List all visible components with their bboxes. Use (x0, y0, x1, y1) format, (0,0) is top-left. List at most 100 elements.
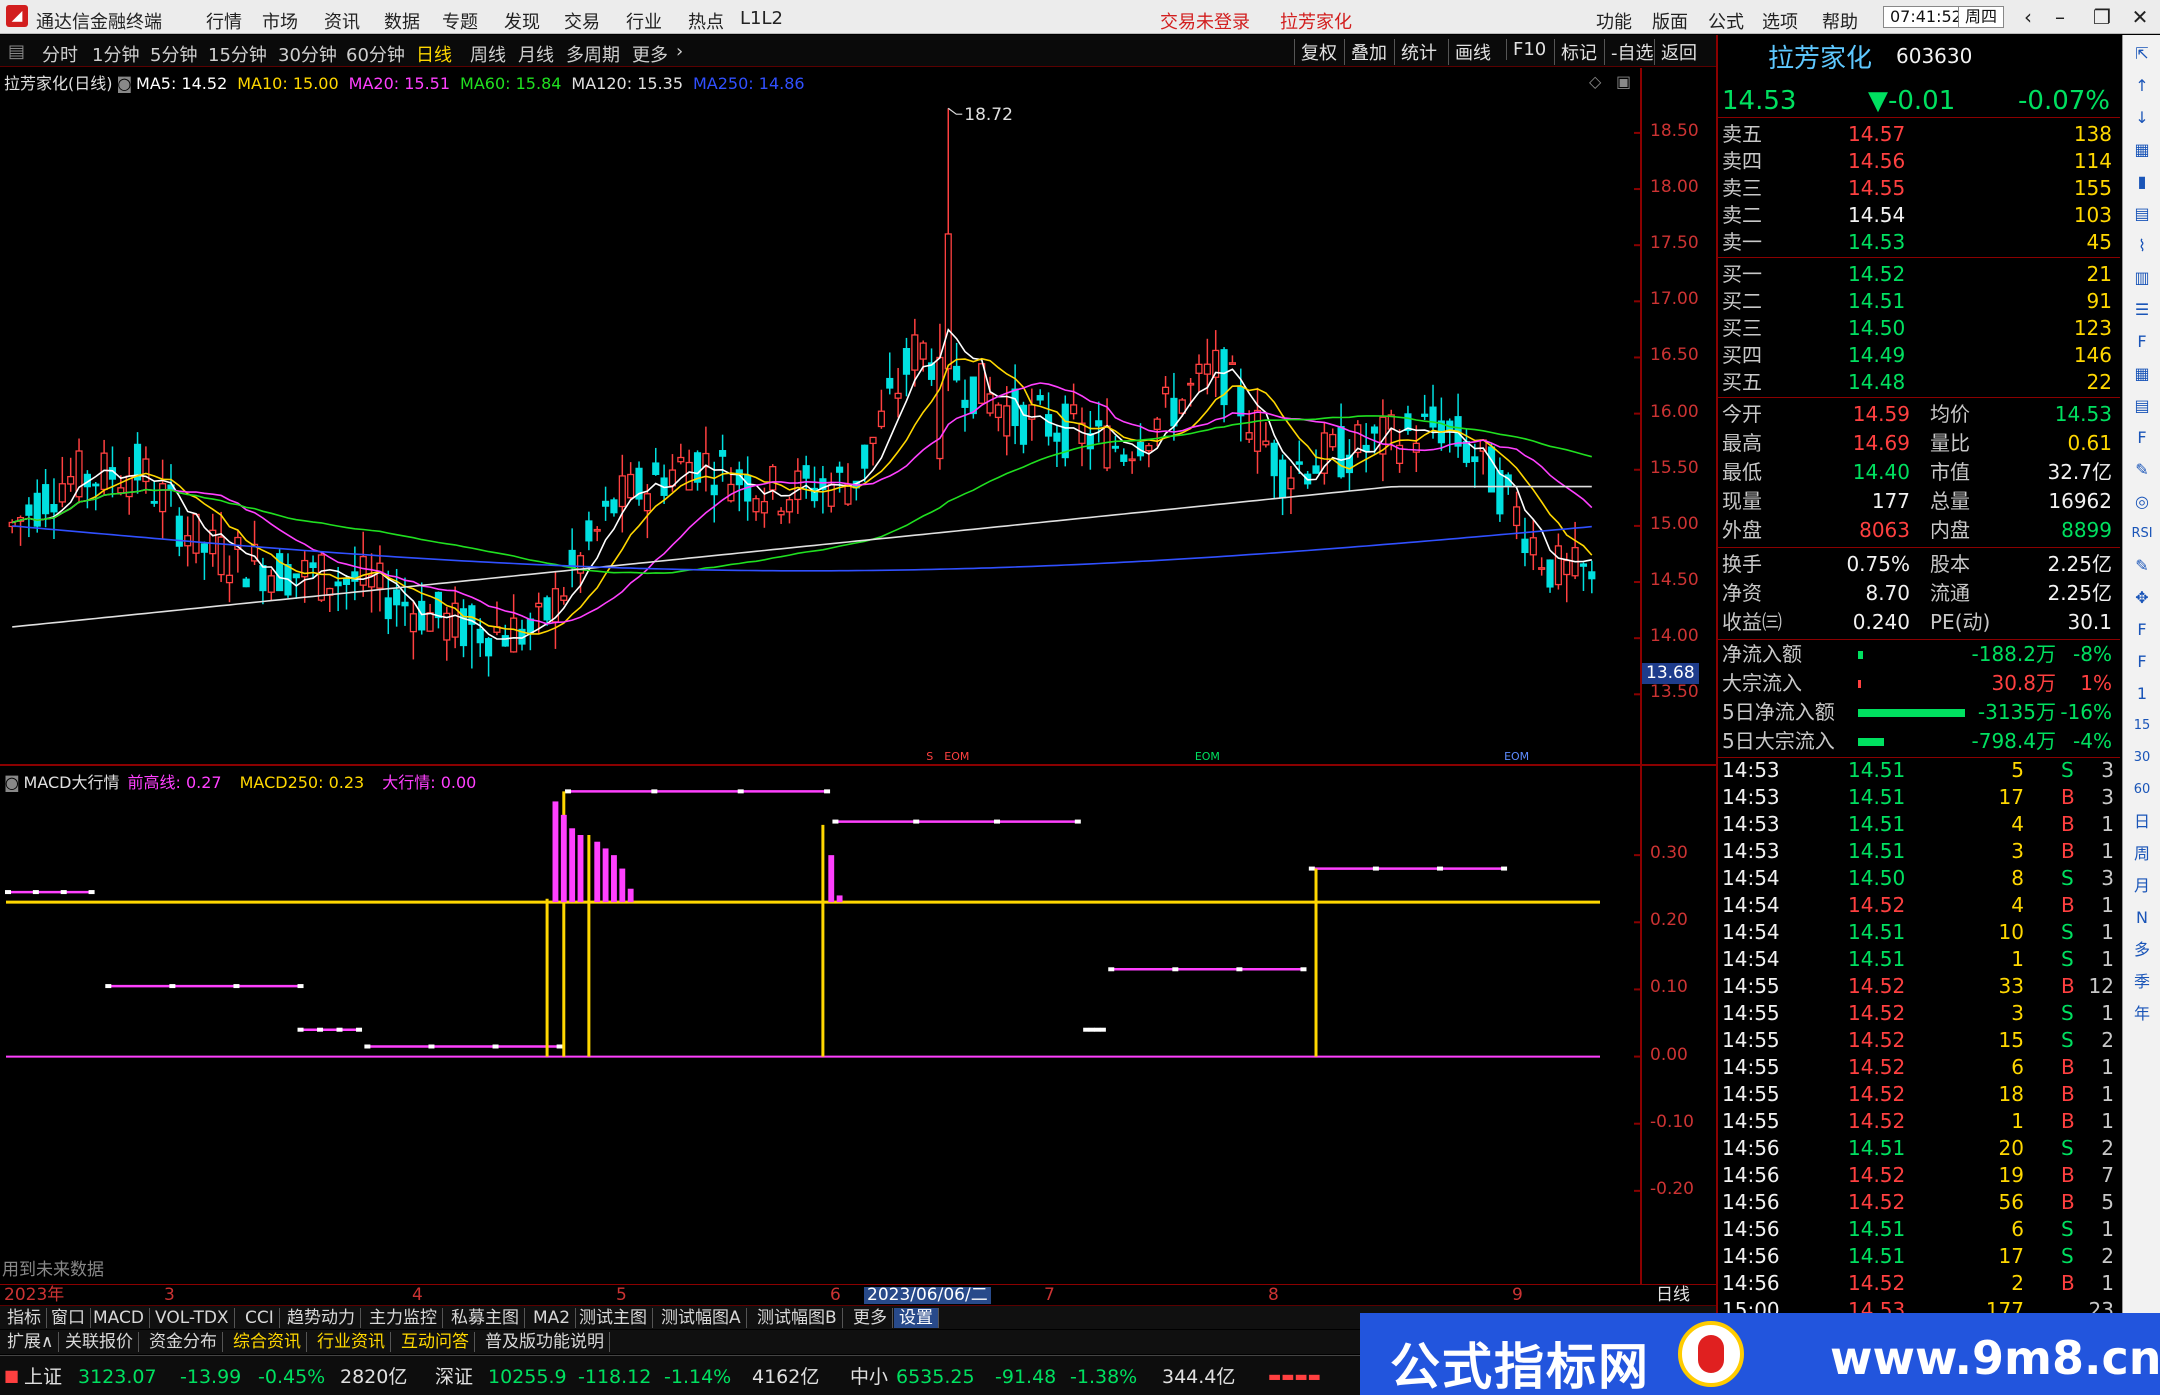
toolbar-btn-4[interactable]: F10 (1506, 39, 1552, 60)
ext-tab-2[interactable]: 资金分布 (144, 1332, 223, 1352)
n-icon[interactable]: N (2129, 905, 2155, 931)
kline-expand-icon[interactable]: ◇ (1589, 72, 1601, 91)
toolbar-btn-1[interactable]: 叠加 (1344, 39, 1393, 65)
f6-icon[interactable]: F (2129, 649, 2155, 675)
macd-chart[interactable] (0, 768, 1640, 1288)
menu-2[interactable]: 资讯 (324, 8, 360, 34)
down-arrow-icon[interactable]: ↓ (2129, 105, 2155, 131)
period-4[interactable]: 30分钟 (278, 41, 337, 67)
toolbar-btn-3[interactable]: 画线 (1448, 39, 1497, 65)
period-6[interactable]: 日线 (416, 41, 452, 67)
right-menu-4[interactable]: 帮助 (1822, 8, 1858, 34)
kline-pin-icon[interactable]: ▣ (1616, 72, 1631, 91)
menu-0[interactable]: 行情 (206, 8, 242, 34)
menu-9[interactable]: L1L2 (740, 8, 783, 29)
period-3[interactable]: 15分钟 (208, 41, 267, 67)
tab-11[interactable]: 测试幅图B (752, 1308, 843, 1328)
pen-icon[interactable]: ✎ (2129, 553, 2155, 579)
period-0[interactable]: 分时 (42, 41, 78, 67)
tab-0[interactable]: 指标 (2, 1308, 47, 1328)
close-icon[interactable]: ✕ (2120, 0, 2160, 34)
legend-toggle-icon[interactable]: ◙ (117, 74, 133, 93)
menu-5[interactable]: 发现 (504, 8, 540, 34)
menu-6[interactable]: 交易 (564, 8, 600, 34)
tab-10[interactable]: 测试幅图A (656, 1308, 747, 1328)
kline-icon[interactable]: ▮ (2129, 169, 2155, 195)
tab-5[interactable]: 趋势动力 (282, 1308, 361, 1328)
tab-1[interactable]: 窗口 (46, 1308, 91, 1328)
macd-toggle-icon[interactable]: ◙ (4, 773, 20, 792)
ext-tab-6[interactable]: 普及版功能说明 (480, 1332, 610, 1352)
f10-icon[interactable]: F (2129, 329, 2155, 355)
period-5[interactable]: 60分钟 (346, 41, 405, 67)
toolbar-btn-0[interactable]: 复权 (1294, 39, 1343, 65)
period-8[interactable]: 月线 (518, 41, 554, 67)
tab-9[interactable]: 测试主图 (574, 1308, 653, 1328)
ext-tab-5[interactable]: 互动问答 (396, 1332, 475, 1352)
ext-tab-1[interactable]: 关联报价 (60, 1332, 139, 1352)
cross-icon[interactable]: ✥ (2129, 585, 2155, 611)
period-menu-icon[interactable]: ▤ (8, 41, 25, 62)
trend-icon[interactable]: ⌇ (2129, 233, 2155, 259)
period-9[interactable]: 多周期 (566, 41, 620, 67)
zx-label[interactable]: 中小 (850, 1368, 888, 1387)
30-icon[interactable]: 30 (2129, 745, 2155, 771)
toolbar-btn-7[interactable]: 返回 (1654, 39, 1703, 65)
table-icon[interactable]: ▤ (2129, 201, 2155, 227)
season-icon[interactable]: 季 (2129, 969, 2155, 995)
right-menu-0[interactable]: 功能 (1596, 8, 1632, 34)
tab-12[interactable]: 更多 (848, 1308, 893, 1328)
ext-tab-3[interactable]: 综合资讯 (228, 1332, 307, 1352)
f5-icon[interactable]: F (2129, 617, 2155, 643)
restore-icon[interactable]: ❐ (2082, 0, 2122, 34)
rsi-icon[interactable]: RSI (2129, 521, 2155, 547)
login-status[interactable]: 交易未登录 (1160, 8, 1250, 34)
sz-label[interactable]: 深证 (435, 1368, 473, 1387)
period-10[interactable]: 更多 (632, 41, 668, 67)
week-icon[interactable]: 周 (2129, 841, 2155, 867)
menu-7[interactable]: 行业 (626, 8, 662, 34)
list-icon[interactable]: ☰ (2129, 297, 2155, 323)
period-7[interactable]: 周线 (470, 41, 506, 67)
toolbar-btn-2[interactable]: 统计 (1394, 39, 1443, 65)
minute-chart-icon[interactable]: ▦ (2129, 137, 2155, 163)
more-chevron-icon[interactable]: › (676, 41, 683, 62)
year-icon[interactable]: 年 (2129, 1001, 2155, 1027)
60-icon[interactable]: 60 (2129, 777, 2155, 803)
doc-icon[interactable]: ▤ (2129, 393, 2155, 419)
menu-8[interactable]: 热点 (688, 8, 724, 34)
multi-icon[interactable]: 多 (2129, 937, 2155, 963)
right-menu-2[interactable]: 公式 (1708, 8, 1744, 34)
menu-3[interactable]: 数据 (384, 8, 420, 34)
ext-tab-0[interactable]: 扩展∧ (2, 1332, 60, 1352)
menu-1[interactable]: 市场 (262, 8, 298, 34)
chart-icon[interactable]: ✎ (2129, 457, 2155, 483)
tab-6[interactable]: 主力监控 (364, 1308, 443, 1328)
ext-tab-4[interactable]: 行业资讯 (312, 1332, 391, 1352)
tab-7[interactable]: 私募主图 (446, 1308, 525, 1328)
tab-3[interactable]: VOL-TDX (150, 1308, 235, 1328)
f2-icon[interactable]: F (2129, 425, 2155, 451)
tab-2[interactable]: MACD (88, 1308, 150, 1328)
collapse-icon[interactable]: ⇱ (2129, 41, 2155, 67)
tab-4[interactable]: CCI (240, 1308, 280, 1328)
month-icon[interactable]: 月 (2129, 873, 2155, 899)
toolbar-btn-5[interactable]: 标记 (1554, 39, 1603, 65)
right-menu-1[interactable]: 版面 (1652, 8, 1688, 34)
right-menu-3[interactable]: 选项 (1762, 8, 1798, 34)
sh-label[interactable]: 上证 (24, 1368, 62, 1387)
bar-icon[interactable]: ▥ (2129, 265, 2155, 291)
period-2[interactable]: 5分钟 (150, 41, 197, 67)
tab-13[interactable]: 设置 (894, 1308, 939, 1328)
tab-8[interactable]: MA2 (528, 1308, 577, 1328)
toolbar-btn-6[interactable]: -自选 (1604, 39, 1660, 65)
up-arrow-icon[interactable]: ↑ (2129, 73, 2155, 99)
grid-icon[interactable]: ▦ (2129, 361, 2155, 387)
period-1[interactable]: 1分钟 (92, 41, 139, 67)
1-icon[interactable]: 1 (2129, 681, 2155, 707)
minimize-icon[interactable]: – (2040, 0, 2080, 34)
circle-icon[interactable]: ◎ (2129, 489, 2155, 515)
day-icon[interactable]: 日 (2129, 809, 2155, 835)
kline-chart[interactable]: 18.72 S EOM EOM EOM (0, 68, 1640, 764)
menu-4[interactable]: 专题 (442, 8, 478, 34)
